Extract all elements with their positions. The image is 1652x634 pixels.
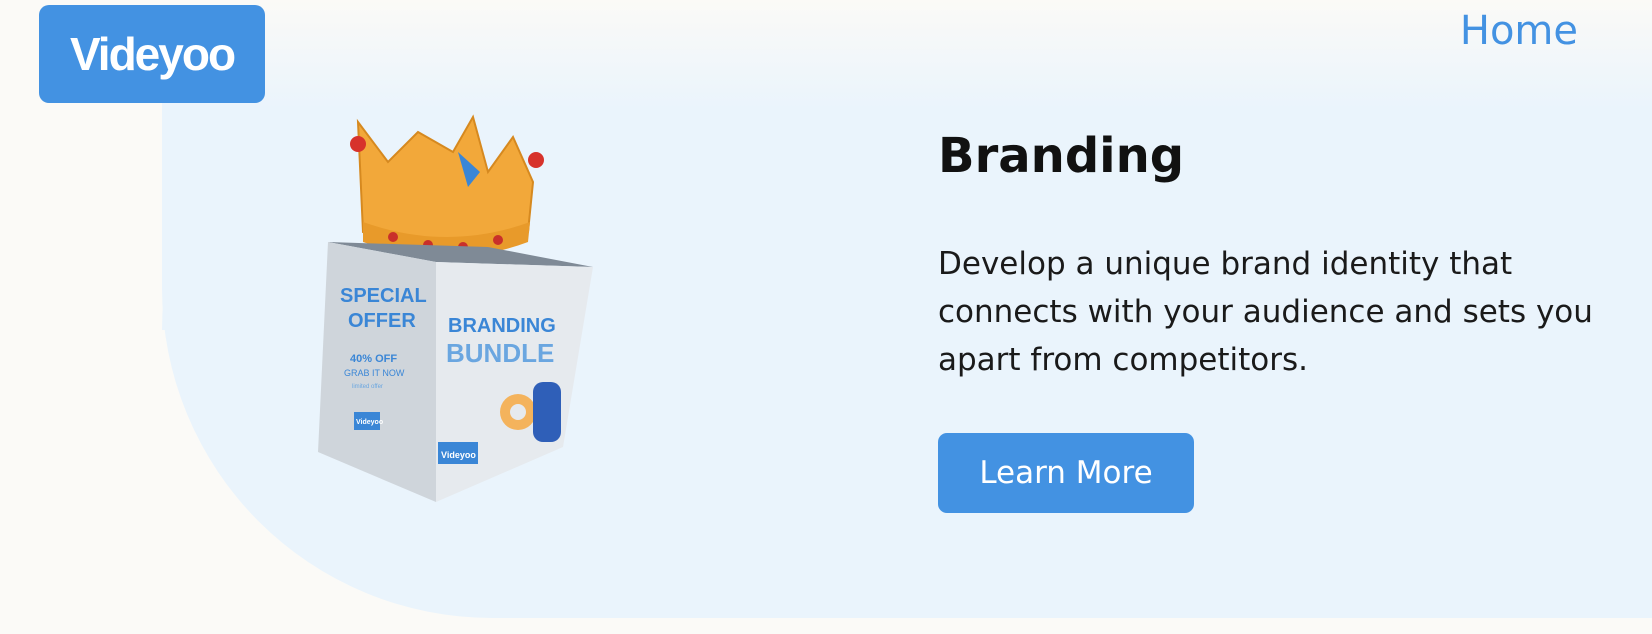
learn-more-button[interactable]: Learn More: [938, 433, 1194, 513]
box-front-bundle: BUNDLE: [446, 338, 554, 368]
logo-text: Videyoo: [69, 28, 236, 80]
box-side-logo: Videyoo: [356, 419, 383, 426]
box-side-grab: GRAB IT NOW: [344, 368, 405, 378]
logo[interactable]: Videyoo: [39, 5, 265, 103]
branding-bundle-illustration: SPECIAL OFFER 40% OFF GRAB IT NOW limite…: [318, 114, 593, 502]
box-front-branding: BRANDING: [448, 315, 556, 337]
crown-icon: [350, 114, 544, 257]
section-description: Develop a unique brand identity that con…: [938, 246, 1593, 378]
section-title: Branding: [938, 128, 1185, 184]
megaphone-icon: [533, 382, 561, 442]
nav-home-link[interactable]: Home: [1458, 8, 1578, 54]
box-side-offer: OFFER: [348, 310, 416, 332]
gift-box-icon: SPECIAL OFFER 40% OFF GRAB IT NOW limite…: [318, 242, 593, 502]
box-side-limited: limited offer: [352, 384, 383, 390]
box-side-discount: 40% OFF: [350, 353, 397, 365]
box-side-special: SPECIAL: [340, 285, 427, 307]
box-front-logo: Videyoo: [441, 450, 476, 460]
